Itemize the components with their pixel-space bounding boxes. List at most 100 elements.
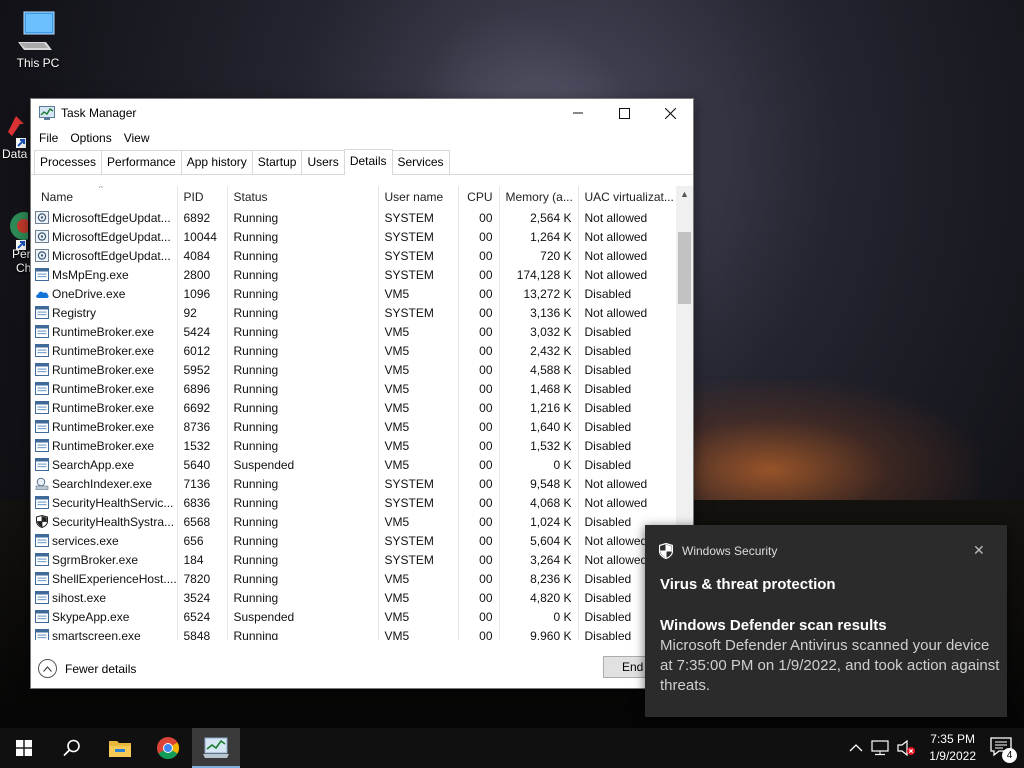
clock[interactable]: 7:35 PM 1/9/2022 (929, 731, 976, 765)
notification-close-icon[interactable]: ✕ (973, 542, 985, 559)
table-row[interactable]: MicrosoftEdgeUpdat... 10044 Running SYSTEM 0… (31, 227, 677, 246)
table-row[interactable]: RuntimeBroker.exe 6896 Running VM5 00 1,468 K… (31, 379, 677, 398)
cell-memory: 174,128 K (499, 265, 579, 284)
cell-status: Running (227, 626, 379, 640)
task-manager-window[interactable]: Task Manager File Options View Processes… (30, 98, 694, 689)
desktop-icon-this-pc[interactable]: This PC (8, 10, 68, 70)
start-button[interactable] (0, 728, 48, 768)
tab-strip: Processes Performance App history Startu… (31, 149, 693, 175)
table-row[interactable]: Registry 92 Running SYSTEM 00 3,136 K Not allo… (31, 303, 677, 322)
table-row[interactable]: SecurityHealthSystra... 6568 Running VM5 00 1… (31, 512, 677, 531)
chrome-button[interactable] (144, 728, 192, 768)
table-row[interactable]: RuntimeBroker.exe 5952 Running VM5 00 4,588 K… (31, 360, 677, 379)
process-name: RuntimeBroker.exe (52, 362, 155, 377)
cell-memory: 1,264 K (499, 227, 579, 246)
col-header-name[interactable]: ^ Name (31, 186, 178, 208)
cell-user-name: VM5 (378, 322, 459, 341)
cell-pid: 2800 (177, 265, 228, 284)
menu-options[interactable]: Options (64, 131, 117, 145)
table-row[interactable]: RuntimeBroker.exe 1532 Running VM5 00 1,532 K… (31, 436, 677, 455)
table-row[interactable]: OneDrive.exe 1096 Running VM5 00 13,272 K Disa… (31, 284, 677, 303)
process-icon (35, 362, 49, 376)
table-row[interactable]: SearchApp.exe 5640 Suspended VM5 00 0 K Disabl… (31, 455, 677, 474)
cell-name: RuntimeBroker.exe (31, 322, 178, 341)
system-tray: 7:35 PM 1/9/2022 4 (845, 728, 1024, 768)
cell-status: Running (227, 303, 379, 322)
col-header-memory[interactable]: Memory (a... (499, 186, 579, 208)
network-icon[interactable] (871, 740, 889, 756)
table-row[interactable]: RuntimeBroker.exe 6692 Running VM5 00 1,216 K… (31, 398, 677, 417)
col-header-user-name[interactable]: User name (378, 186, 459, 208)
cell-memory: 1,640 K (499, 417, 579, 436)
col-header-uac[interactable]: UAC virtualizat... (578, 186, 677, 208)
table-row[interactable]: MsMpEng.exe 2800 Running SYSTEM 00 174,128 KN… (31, 265, 677, 284)
cell-uac: Not allowed (578, 265, 677, 284)
cell-name: ShellExperienceHost.... (31, 569, 178, 588)
table-row[interactable]: services.exe 656 Running SYSTEM 00 5,604 K Not… (31, 531, 677, 550)
volume-muted-icon[interactable] (897, 740, 916, 756)
cell-name: services.exe (31, 531, 178, 550)
table-row[interactable]: RuntimeBroker.exe 5424 Running VM5 00 3,032 K… (31, 322, 677, 341)
clock-date: 1/9/2022 (929, 749, 976, 763)
desktop-icon-partial-1[interactable]: Data (2, 112, 27, 161)
table-row[interactable]: SecurityHealthServic... 6836 Running SYSTEM… (31, 493, 677, 512)
col-header-status[interactable]: Status (227, 186, 379, 208)
table-row[interactable]: RuntimeBroker.exe 6012 Running VM5 00 2,432 K… (31, 341, 677, 360)
cell-user-name: VM5 (378, 284, 459, 303)
cell-status: Running (227, 512, 379, 531)
process-icon (35, 343, 49, 357)
clock-time: 7:35 PM (930, 732, 975, 746)
menu-view[interactable]: View (118, 131, 156, 145)
chevron-up-icon[interactable] (849, 743, 863, 753)
close-button[interactable] (647, 99, 693, 127)
cell-name: Registry (31, 303, 178, 322)
security-notification[interactable]: Windows Security ✕ Virus & threat protec… (645, 525, 1007, 717)
cell-name: SearchApp.exe (31, 455, 178, 474)
file-explorer-button[interactable] (96, 728, 144, 768)
scroll-up-arrow-icon[interactable]: ▲ (676, 186, 693, 203)
cell-name: SecurityHealthServic... (31, 493, 178, 512)
tab-users[interactable]: Users (301, 150, 345, 174)
minimize-button[interactable] (555, 99, 601, 127)
cell-cpu: 00 (458, 550, 500, 569)
process-name: SgrmBroker.exe (52, 552, 139, 567)
cell-user-name: SYSTEM (378, 208, 459, 227)
table-row[interactable]: MicrosoftEdgeUpdat... 6892 Running SYSTEM 00… (31, 208, 677, 227)
table-row[interactable]: RuntimeBroker.exe 8736 Running VM5 00 1,640 K… (31, 417, 677, 436)
table-row[interactable]: SearchIndexer.exe 7136 Running SYSTEM 00 9,54… (31, 474, 677, 493)
cell-cpu: 00 (458, 569, 500, 588)
maximize-button[interactable] (601, 99, 647, 127)
cell-cpu: 00 (458, 246, 500, 265)
cell-memory: 4,068 K (499, 493, 579, 512)
tab-processes[interactable]: Processes (34, 150, 103, 174)
desktop-icon-partial-2[interactable]: Per Ch (2, 210, 38, 275)
fewer-details-button[interactable]: Fewer details (38, 659, 136, 678)
tab-app-history[interactable]: App history (180, 150, 253, 174)
table-row[interactable]: sihost.exe 3524 Running VM5 00 4,820 K Disable… (31, 588, 677, 607)
table-row[interactable]: MicrosoftEdgeUpdat... 4084 Running SYSTEM 00… (31, 246, 677, 265)
table-row[interactable]: smartscreen.exe 5848 Running VM5 00 9,960 K Di… (31, 626, 677, 640)
task-manager-taskbar-button[interactable] (192, 728, 240, 768)
task-manager-icon (203, 737, 229, 758)
cell-status: Running (227, 246, 379, 265)
tab-details[interactable]: Details (343, 149, 393, 175)
cell-cpu: 00 (458, 322, 500, 341)
col-header-cpu[interactable]: CPU (458, 186, 500, 208)
search-button[interactable] (48, 728, 96, 768)
cell-user-name: SYSTEM (378, 493, 459, 512)
close-icon (664, 107, 676, 119)
tab-startup[interactable]: Startup (251, 150, 303, 174)
cell-status: Running (227, 227, 379, 246)
col-header-pid[interactable]: PID (177, 186, 228, 208)
scroll-thumb[interactable] (678, 232, 691, 304)
menu-file[interactable]: File (33, 131, 64, 145)
tab-services[interactable]: Services (391, 150, 450, 174)
table-row[interactable]: SkypeApp.exe 6524 Suspended VM5 00 0 K Disable… (31, 607, 677, 626)
cell-memory: 4,588 K (499, 360, 579, 379)
action-center-button[interactable]: 4 (990, 736, 1017, 763)
table-row[interactable]: SgrmBroker.exe 184 Running SYSTEM 00 3,264 KN… (31, 550, 677, 569)
cell-memory: 1,468 K (499, 379, 579, 398)
title-bar[interactable]: Task Manager (31, 99, 693, 127)
table-row[interactable]: ShellExperienceHost.... 7820 Running VM5 00 8… (31, 569, 677, 588)
tab-performance[interactable]: Performance (101, 150, 182, 174)
